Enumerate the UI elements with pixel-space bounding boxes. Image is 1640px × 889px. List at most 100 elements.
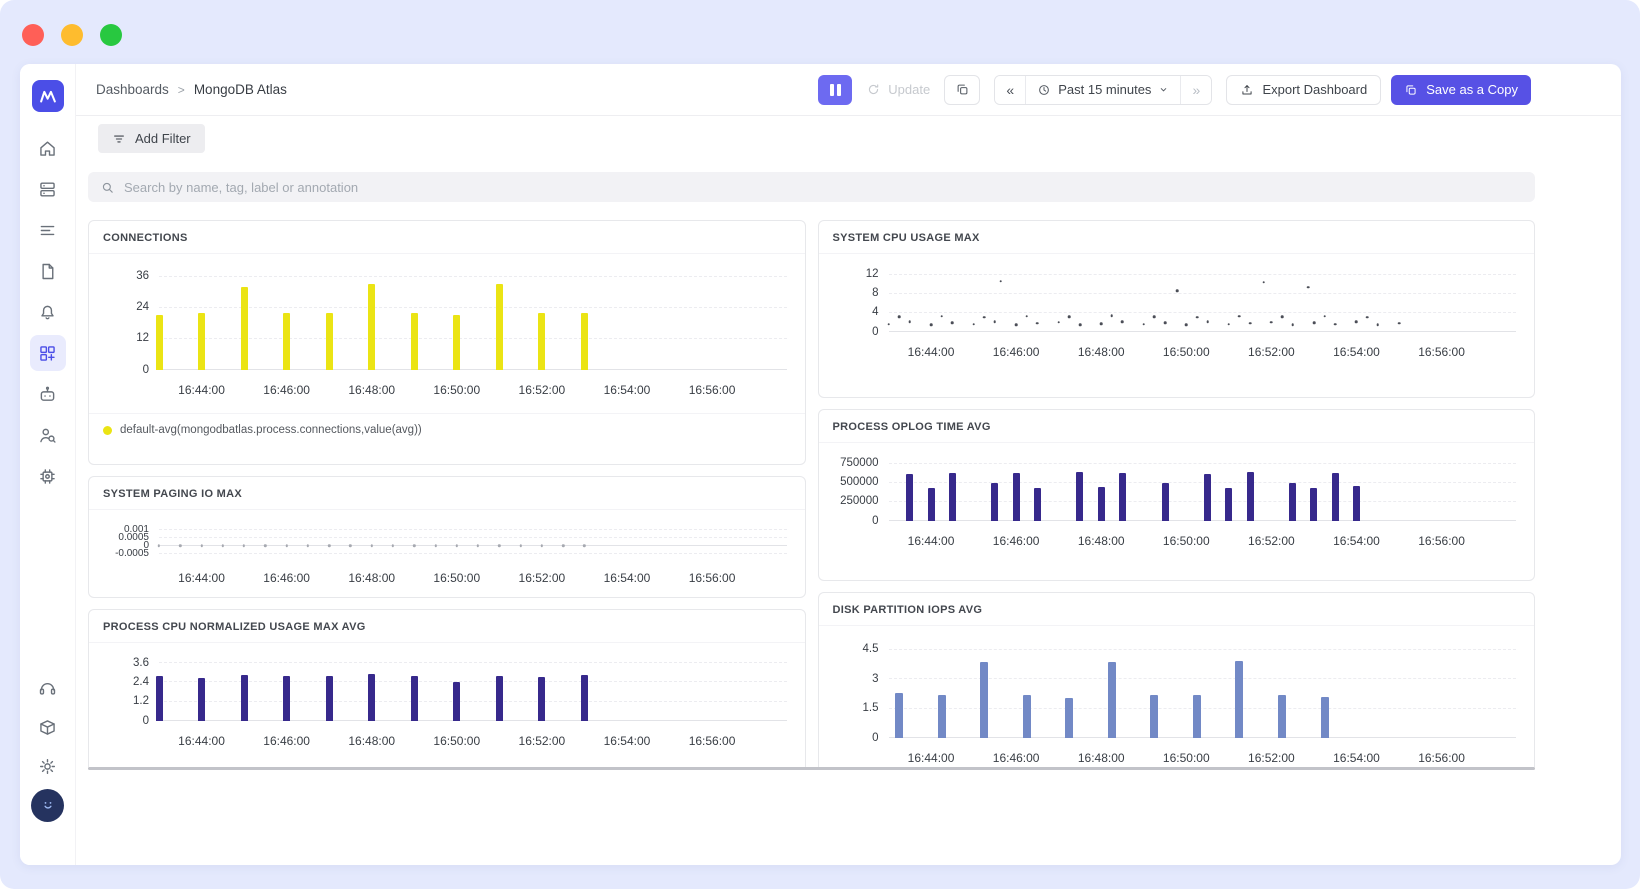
chart-card-disk-partition-iops: DISK PARTITION IOPS AVG 0 1.5 3 4.5 16:44:00 1… [817,592,1535,767]
close-window-button[interactable] [22,24,44,46]
x-tick-label: 16:52:00 [518,571,566,585]
sidebar-item-reports[interactable] [30,253,66,289]
legend-dot [103,425,112,435]
export-label: Export Dashboard [1262,82,1368,97]
bar [948,472,956,521]
sidebar-item-home[interactable] [30,130,66,166]
y-tick-label: 1.2 [133,694,149,707]
x-tick-label: 16:46:00 [263,383,310,397]
bar [906,474,914,521]
y-tick-label: 12 [136,332,149,345]
sidebar-item-rum[interactable] [30,417,66,453]
breadcrumb-dashboards[interactable]: Dashboards [96,82,169,97]
time-back-button[interactable]: « [995,75,1026,104]
x-tick-label: 16:56:00 [688,383,736,397]
chart-plot: 0 4 8 12 [866,269,1516,337]
app-window: Dashboards > MongoDB Atlas Update « Past… [20,64,1621,865]
chart-title: SYSTEM PAGING IO MAX [89,477,805,510]
maximize-window-button[interactable] [100,24,122,46]
bar [1320,696,1329,738]
update-button[interactable]: Update [862,82,934,97]
bar [580,312,588,370]
x-axis: 16:44:00 16:46:00 16:48:00 16:50:00 16:52:00… [889,747,1517,767]
filter-icon [114,135,124,142]
data-point [1227,323,1231,326]
chart-title: PROCESS CPU NORMALIZED USAGE MAX AVG [89,610,805,643]
sidebar-item-alerts[interactable] [30,294,66,330]
data-point [1291,323,1294,327]
chart-card-system-cpu-usage: SYSTEM CPU USAGE MAX 0 4 8 12 16:44:00 16:46:0… [817,220,1535,398]
bar [991,482,999,521]
data-point [1365,315,1369,319]
chart-card-connections: CONNECTIONS 0 12 24 36 16:44:00 16:46:00 16:48:… [88,220,806,465]
sidebar-item-dashboards[interactable] [29,335,66,371]
time-forward-button[interactable]: » [1181,75,1212,104]
x-tick-label: 16:44:00 [907,345,955,359]
chart-area: 0 12 24 36 16:44:00 16:46:00 16:48:00 16:50:00 1… [89,254,805,401]
x-tick-label: 16:56:00 [1418,751,1465,765]
screen: Dashboards > MongoDB Atlas Update « Past… [0,0,1640,889]
x-tick-label: 16:48:00 [1077,751,1125,765]
charts-column-left: CONNECTIONS 0 12 24 36 16:44:00 16:46:00 16:48:… [88,220,806,767]
minimize-window-button[interactable] [61,24,83,46]
sidebar-item-logs[interactable] [30,212,66,248]
x-tick-label: 16:50:00 [433,734,481,748]
x-tick-label: 16:52:00 [518,734,566,748]
data-point [1238,314,1241,318]
x-tick-label: 16:44:00 [178,734,225,748]
bar [1225,488,1233,521]
sidebar-nav [29,130,66,494]
bar [1012,472,1020,521]
bar [240,675,248,721]
bar [198,312,206,370]
horizontal-scrollbar[interactable] [88,767,1535,770]
sidebar-item-integrations[interactable] [30,458,66,494]
sidebar-item-releases[interactable] [30,709,66,745]
add-filter-button[interactable]: Add Filter [98,124,205,153]
bar [198,677,206,721]
y-tick-label: 24 [136,300,149,313]
search-input[interactable] [124,179,1523,195]
bar [1065,697,1074,738]
avatar-face-icon [43,802,52,809]
export-icon [1242,84,1253,94]
time-range-selector[interactable]: Past 15 minutes [1025,75,1182,104]
bar [1118,472,1126,521]
y-tick-label: 1.5 [862,701,879,714]
sidebar-item-infrastructure[interactable] [30,171,66,207]
export-dashboard-button[interactable]: Export Dashboard [1226,74,1382,105]
x-axis: 16:44:00 16:46:00 16:48:00 16:50:00 16:52:00… [889,341,1517,363]
x-tick-label: 16:54:00 [603,734,651,748]
search-icon [102,182,113,193]
sidebar-item-support[interactable] [30,670,66,706]
bar [155,315,163,370]
save-as-copy-button[interactable]: Save as a Copy [1391,74,1531,105]
x-tick-label: 16:46:00 [263,734,310,748]
gridline [159,275,787,277]
bar [1310,488,1318,521]
bar [1107,661,1116,738]
x-tick-label: 16:56:00 [1418,345,1465,359]
data-point [1355,320,1358,324]
x-axis: 16:44:00 16:46:00 16:48:00 16:50:00 16:52:00… [889,530,1517,552]
sidebar [20,64,76,865]
gridline [888,273,1516,275]
infrastructure-icon [40,182,55,196]
x-axis: 16:44:00 16:46:00 16:48:00 16:50:00 16:52:00… [159,567,787,589]
pause-button[interactable] [818,74,853,105]
sidebar-item-assistant[interactable] [30,376,66,412]
data-point [1312,321,1316,325]
y-tick-label: 0 [872,514,879,527]
x-tick-label: 16:44:00 [907,534,955,548]
bar [495,284,503,370]
bar [927,488,935,521]
bar [937,694,946,738]
bar [325,675,333,721]
chart-area: 0 1.2 2.4 3.6 16:44:00 16:46:00 16:48:00 16:50:… [89,643,805,752]
bar [980,661,989,738]
copy-dashboard-button[interactable] [944,74,981,105]
x-axis-line [159,544,787,546]
sidebar-item-profile[interactable] [30,787,66,823]
sidebar-item-settings[interactable] [30,748,66,784]
document-icon [42,263,54,279]
